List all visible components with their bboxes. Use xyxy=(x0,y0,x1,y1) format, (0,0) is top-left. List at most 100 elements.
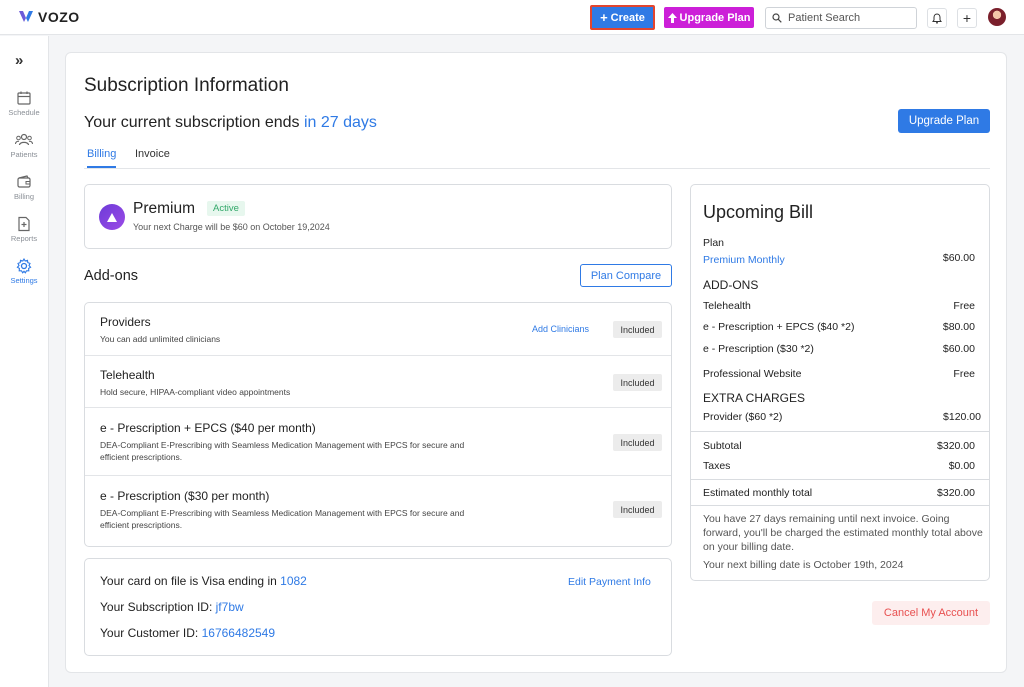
sidebar-item-label: Schedule xyxy=(8,108,40,117)
card-last4: 1082 xyxy=(280,574,307,588)
subscription-days: in 27 days xyxy=(303,114,377,131)
sidebar-item-schedule[interactable]: Schedule xyxy=(0,90,48,117)
list-item: e - Prescription + EPCS ($40 per month) … xyxy=(85,408,671,476)
add-button[interactable]: + xyxy=(957,8,977,28)
upgrade-plan-top-label: Upgrade Plan xyxy=(679,11,751,24)
subscription-ends-prefix: Your current subscription ends xyxy=(84,114,300,131)
bill-title: Upcoming Bill xyxy=(703,202,814,222)
bill-note: You have 27 days remaining until next in… xyxy=(703,513,983,553)
premium-icon xyxy=(99,204,125,230)
addon-name: Providers xyxy=(100,315,151,329)
patient-search-input[interactable] xyxy=(788,12,908,24)
sidebar-item-label: Patients xyxy=(10,150,38,159)
subscription-ends-line: Your current subscription ends in 27 day… xyxy=(84,114,377,132)
sidebar-item-label: Reports xyxy=(10,234,38,243)
list-item: Telehealth Hold secure, HIPAA-compliant … xyxy=(85,356,671,408)
gear-icon xyxy=(16,258,32,274)
sidebar-item-patients[interactable]: Patients xyxy=(0,132,48,159)
users-icon xyxy=(15,133,33,146)
addon-desc: Hold secure, HIPAA-compliant video appoi… xyxy=(100,387,291,397)
sidebar-item-label: Billing xyxy=(13,192,34,201)
sidebar-item-settings[interactable]: Settings xyxy=(0,258,48,285)
addon-name: e - Prescription + EPCS ($40 per month) xyxy=(100,421,316,435)
sidebar: » Schedule Patients Billing Reports Sett… xyxy=(0,36,49,687)
status-badge: Active xyxy=(207,201,245,216)
logo[interactable]: VOZO xyxy=(18,9,80,25)
included-badge: Included xyxy=(613,501,662,518)
calendar-icon xyxy=(17,91,31,105)
list-item: Providers You can add unlimited clinicia… xyxy=(85,303,671,356)
bell-icon xyxy=(932,12,942,24)
subscription-id: jf7bw xyxy=(215,600,244,614)
bill-line-amount: $80.00 xyxy=(942,321,975,333)
card-prefix: Your card on file is Visa ending in xyxy=(100,574,277,588)
arrow-up-icon xyxy=(667,12,677,23)
bill-line-amount: Free xyxy=(953,300,975,312)
plus-icon: + xyxy=(962,10,972,26)
taxes-amount: $0.00 xyxy=(948,460,975,472)
current-plan-card: Premium Active Your next Charge will be … xyxy=(84,184,672,249)
sidebar-item-label: Settings xyxy=(10,276,38,285)
bill-line-amount: $60.00 xyxy=(942,343,975,355)
subtotal-amount: $320.00 xyxy=(937,440,975,452)
upgrade-plan-top-button[interactable]: Upgrade Plan xyxy=(664,7,754,28)
vozo-logo-icon xyxy=(19,11,33,22)
addon-desc: You can add unlimited clinicians xyxy=(100,334,221,344)
addons-list: Providers You can add unlimited clinicia… xyxy=(84,302,672,547)
sidebar-item-billing[interactable]: Billing xyxy=(0,174,48,201)
create-label: Create xyxy=(610,11,645,24)
cancel-account-button[interactable]: Cancel My Account xyxy=(872,601,990,625)
bill-line-label: Professional Website xyxy=(703,368,802,380)
bill-plan-name[interactable]: Premium Monthly xyxy=(703,254,785,266)
bill-line-label: e - Prescription + EPCS ($40 *2) xyxy=(703,321,855,333)
list-item: e - Prescription ($30 per month) DEA-Com… xyxy=(85,476,671,546)
tab-invoice[interactable]: Invoice xyxy=(135,148,170,166)
card-on-file: Your card on file is Visa ending in 1082 xyxy=(100,574,307,588)
bill-line-amount: $120.00 xyxy=(943,411,981,423)
subtotal-label: Subtotal xyxy=(703,440,742,452)
next-charge-text: Your next Charge will be $60 on October … xyxy=(133,222,330,232)
expand-sidebar-icon[interactable]: » xyxy=(15,52,23,69)
included-badge: Included xyxy=(613,434,662,451)
upcoming-bill-card: Upcoming Bill Plan Premium Monthly $60.0… xyxy=(690,184,990,581)
plus-icon: + xyxy=(600,10,608,25)
bill-line-label: Telehealth xyxy=(703,300,751,312)
tab-billing[interactable]: Billing xyxy=(87,148,117,168)
bill-addons-heading: ADD-ONS xyxy=(703,278,759,292)
notifications-button[interactable] xyxy=(927,8,947,28)
divider xyxy=(691,479,989,480)
customer-id-line: Your Customer ID: 16766482549 xyxy=(100,626,275,640)
total-amount: $320.00 xyxy=(937,487,975,499)
plan-compare-button[interactable]: Plan Compare xyxy=(580,264,672,287)
subscription-id-prefix: Your Subscription ID: xyxy=(100,600,213,614)
next-billing-date: Your next billing date is October 19th, … xyxy=(703,559,904,571)
divider xyxy=(691,505,989,506)
bill-plan-label: Plan xyxy=(703,237,725,249)
addon-desc: DEA-Compliant E-Prescribing with Seamles… xyxy=(100,440,465,462)
create-button[interactable]: + Create xyxy=(590,5,655,30)
total-label: Estimated monthly total xyxy=(703,487,813,499)
logo-text: VOZO xyxy=(38,9,80,25)
addons-title: Add-ons xyxy=(84,268,139,284)
bill-line-amount: Free xyxy=(953,368,975,380)
avatar[interactable] xyxy=(988,8,1006,26)
upgrade-plan-button[interactable]: Upgrade Plan xyxy=(898,109,990,133)
bill-plan-amount: $60.00 xyxy=(942,252,975,264)
main-content: Subscription Information Your current su… xyxy=(65,52,1007,673)
included-badge: Included xyxy=(613,374,662,391)
addon-desc: DEA-Compliant E-Prescribing with Seamles… xyxy=(100,508,465,530)
tabs: Billing Invoice xyxy=(84,145,990,169)
customer-id: 16766482549 xyxy=(201,626,276,640)
taxes-label: Taxes xyxy=(703,460,731,472)
divider xyxy=(691,431,989,432)
patient-search[interactable] xyxy=(765,7,917,29)
customer-id-prefix: Your Customer ID: xyxy=(100,626,199,640)
report-icon xyxy=(18,216,30,232)
sidebar-item-reports[interactable]: Reports xyxy=(0,216,48,243)
included-badge: Included xyxy=(613,321,662,338)
add-clinicians-link[interactable]: Add Clinicians xyxy=(532,324,589,334)
wallet-icon xyxy=(17,175,31,188)
top-bar: VOZO + Create Upgrade Plan + xyxy=(0,0,1024,35)
edit-payment-link[interactable]: Edit Payment Info xyxy=(568,576,651,588)
plan-name: Premium xyxy=(133,200,196,217)
